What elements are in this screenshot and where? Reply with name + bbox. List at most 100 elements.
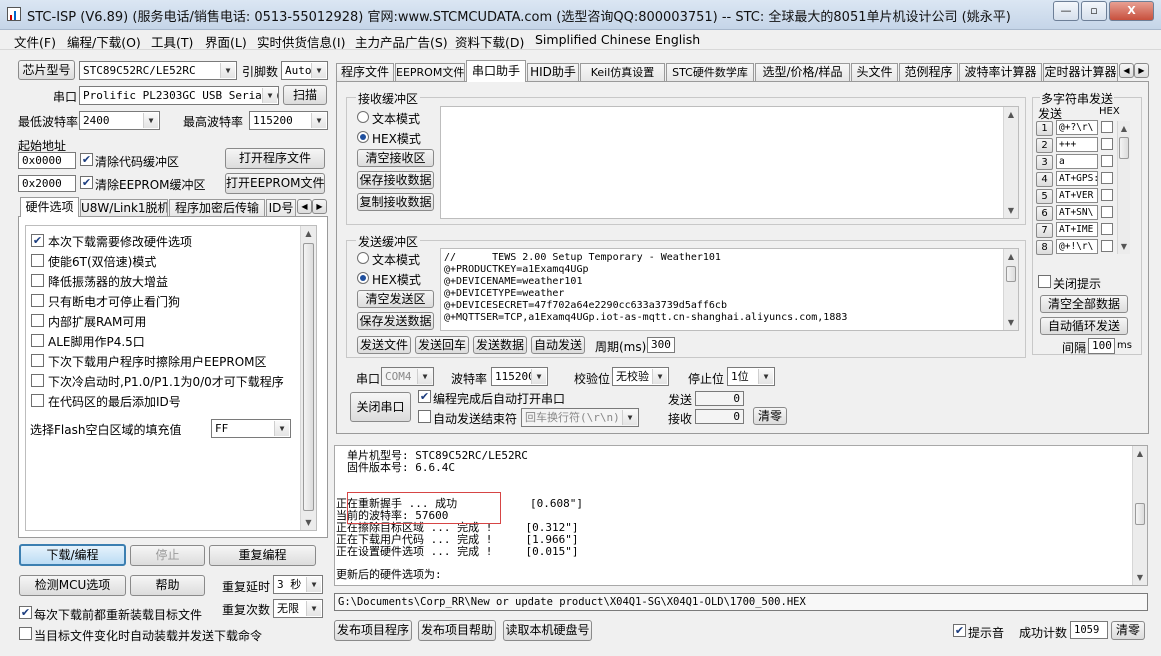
- multi-send-button[interactable]: 3: [1036, 155, 1053, 170]
- copy-receive-button[interactable]: 复制接收数据: [357, 193, 434, 211]
- detect-mcu-button[interactable]: 检测MCU选项: [19, 575, 126, 596]
- maximize-button[interactable]: ▫: [1081, 1, 1107, 21]
- hw-option-checkbox[interactable]: ✔: [31, 234, 44, 247]
- tab-u8w-offline[interactable]: U8W/Link1脱机: [80, 199, 168, 217]
- multi-send-button[interactable]: 7: [1036, 223, 1053, 238]
- scroll-up-icon[interactable]: ▲: [301, 226, 316, 241]
- hw-option-checkbox[interactable]: [31, 394, 44, 407]
- code-address-input[interactable]: 0x0000: [18, 152, 76, 169]
- port-select[interactable]: Prolific PL2303GC USB Serial (▼: [79, 86, 279, 105]
- auto-send-button[interactable]: 自动发送: [531, 336, 585, 354]
- multi-send-button[interactable]: 5: [1036, 189, 1053, 204]
- multi-string-scrollbar[interactable]: ▲ ▼: [1117, 121, 1130, 254]
- multi-hex-checkbox[interactable]: [1101, 223, 1113, 235]
- hw-option-checkbox[interactable]: [31, 374, 44, 387]
- multi-send-button[interactable]: 8: [1036, 240, 1053, 255]
- stop-button[interactable]: 停止: [130, 545, 205, 566]
- hw-option-checkbox[interactable]: [31, 294, 44, 307]
- send-text-mode-radio[interactable]: [357, 252, 369, 264]
- scroll-down-icon[interactable]: ▼: [1004, 315, 1018, 330]
- tab-scroll-right-button[interactable]: ▶: [1134, 63, 1149, 78]
- scroll-up-icon[interactable]: ▲: [1004, 249, 1018, 264]
- scroll-down-icon[interactable]: ▼: [1118, 239, 1130, 254]
- tab-eeprom-file[interactable]: EEPROM文件: [395, 63, 465, 82]
- scan-button[interactable]: 扫描: [283, 85, 327, 105]
- tab-examples[interactable]: 范例程序: [899, 63, 958, 82]
- scroll-up-icon[interactable]: ▲: [1133, 446, 1147, 461]
- tab-serial-assistant[interactable]: 串口助手: [466, 60, 526, 82]
- multi-string-input[interactable]: @+?\r\: [1056, 120, 1098, 135]
- tab-program-file[interactable]: 程序文件: [336, 63, 394, 82]
- publish-program-button[interactable]: 发布项目程序: [334, 620, 412, 641]
- hw-option-checkbox[interactable]: [31, 314, 44, 327]
- multi-string-input[interactable]: +++: [1056, 137, 1098, 152]
- menu-english[interactable]: English: [655, 32, 700, 47]
- tab-selection-price[interactable]: 选型/价格/样品: [755, 63, 850, 82]
- multi-string-input[interactable]: a: [1056, 154, 1098, 169]
- menu-simplified-chinese[interactable]: Simplified Chinese: [535, 32, 651, 47]
- multi-hex-checkbox[interactable]: [1101, 240, 1113, 252]
- clear-receive-button[interactable]: 清空接收区: [357, 149, 434, 167]
- multi-hex-checkbox[interactable]: [1101, 121, 1113, 133]
- end-char-select[interactable]: 回车换行符(\r\n) ▼: [521, 408, 639, 427]
- clear-all-data-button[interactable]: 清空全部数据: [1040, 295, 1128, 313]
- tab-scroll-left-button[interactable]: ◀: [1119, 63, 1134, 78]
- reprogram-button[interactable]: 重复编程: [209, 545, 316, 566]
- max-baud-select[interactable]: 115200 ▼: [249, 111, 328, 130]
- scroll-thumb[interactable]: [303, 243, 314, 511]
- chip-model-select[interactable]: STC89C52RC/LE52RC ▼: [79, 61, 237, 80]
- multi-hex-checkbox[interactable]: [1101, 172, 1113, 184]
- send-enter-button[interactable]: 发送回车: [415, 336, 469, 354]
- multi-send-button[interactable]: 2: [1036, 138, 1053, 153]
- eeprom-address-input[interactable]: 0x2000: [18, 175, 76, 192]
- send-hex-mode-radio[interactable]: [357, 272, 369, 284]
- tab-id-number[interactable]: ID号: [266, 199, 296, 217]
- sound-checkbox[interactable]: ✔: [953, 624, 966, 637]
- close-serial-port-button[interactable]: 关闭串口: [350, 392, 411, 422]
- open-eeprom-file-button[interactable]: 打开EEPROM文件: [225, 173, 325, 194]
- hardware-options-scrollbar[interactable]: ▲ ▼: [300, 226, 316, 530]
- hw-option-checkbox[interactable]: [31, 334, 44, 347]
- auto-open-port-checkbox[interactable]: ✔: [418, 390, 431, 403]
- multi-hex-checkbox[interactable]: [1101, 206, 1113, 218]
- multi-hex-checkbox[interactable]: [1101, 155, 1113, 167]
- tab-scroll-left-button[interactable]: ◀: [297, 199, 312, 214]
- reload-checkbox[interactable]: ✔: [19, 606, 32, 619]
- tab-header-files[interactable]: 头文件: [851, 63, 898, 82]
- chip-model-button[interactable]: 芯片型号: [18, 60, 75, 80]
- autoload-checkbox[interactable]: [19, 627, 32, 640]
- save-receive-button[interactable]: 保存接收数据: [357, 171, 434, 189]
- scroll-up-icon[interactable]: ▲: [1118, 121, 1130, 136]
- tab-baud-calculator[interactable]: 波特率计算器: [959, 63, 1042, 82]
- receive-textarea[interactable]: ▲ ▼: [440, 106, 1019, 219]
- scroll-down-icon[interactable]: ▼: [301, 515, 316, 530]
- multi-send-button[interactable]: 4: [1036, 172, 1053, 187]
- close-tip-checkbox[interactable]: [1038, 275, 1051, 288]
- download-program-button[interactable]: 下载/编程: [19, 544, 126, 566]
- scroll-thumb[interactable]: [1135, 503, 1145, 525]
- hw-option-checkbox[interactable]: [31, 254, 44, 267]
- menu-downloads[interactable]: 资料下载(D): [455, 32, 524, 51]
- tab-encrypted-transfer[interactable]: 程序加密后传输: [169, 199, 265, 217]
- scroll-thumb[interactable]: [1119, 137, 1129, 159]
- tab-hid-assistant[interactable]: HID助手: [527, 63, 579, 82]
- multi-hex-checkbox[interactable]: [1101, 138, 1113, 150]
- multi-hex-checkbox[interactable]: [1101, 189, 1113, 201]
- read-disk-id-button[interactable]: 读取本机硬盘号: [503, 620, 592, 641]
- clear-code-checkbox[interactable]: ✔: [80, 153, 93, 166]
- tab-math-library[interactable]: STC硬件数学库: [666, 63, 754, 82]
- send-textarea[interactable]: // TEWS 2.00 Setup Temporary - Weather10…: [440, 248, 1019, 331]
- tab-timer-calculator[interactable]: 定时器计算器: [1043, 63, 1118, 82]
- receive-scrollbar[interactable]: ▲ ▼: [1003, 107, 1018, 218]
- hw-option-checkbox[interactable]: [31, 274, 44, 287]
- multi-string-input[interactable]: @+!\r\: [1056, 239, 1098, 254]
- flash-fill-select[interactable]: FF ▼: [211, 419, 291, 438]
- min-baud-select[interactable]: 2400 ▼: [79, 111, 160, 130]
- minimize-button[interactable]: —: [1053, 1, 1079, 21]
- tab-scroll-right-button[interactable]: ▶: [312, 199, 327, 214]
- hw-option-checkbox[interactable]: [31, 354, 44, 367]
- clear-success-button[interactable]: 清零: [1111, 621, 1145, 640]
- period-input[interactable]: 300: [647, 337, 675, 353]
- recv-hex-mode-radio[interactable]: [357, 131, 369, 143]
- save-send-button[interactable]: 保存发送数据: [357, 312, 434, 330]
